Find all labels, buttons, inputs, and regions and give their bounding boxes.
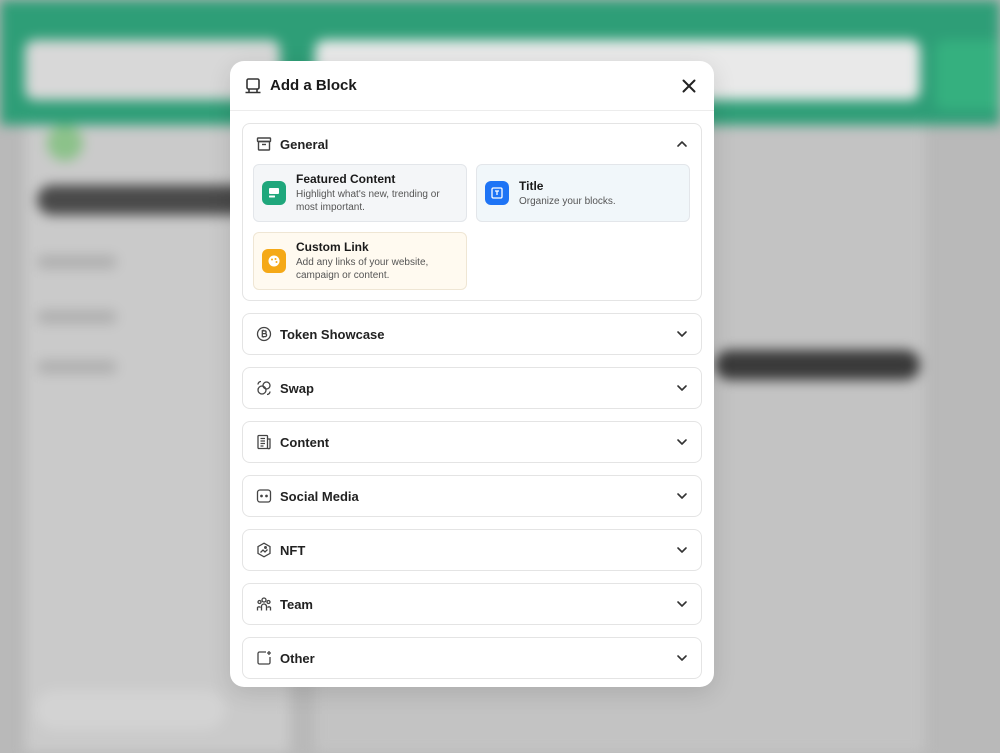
bitcoin-icon [255, 325, 273, 343]
title-icon [485, 181, 509, 205]
section-token-showcase: Token Showcase [242, 313, 702, 355]
section-title: Team [280, 596, 313, 612]
nft-icon [255, 541, 273, 559]
modal-header: Add a Block [230, 61, 714, 111]
section-social-media: Social Media [242, 475, 702, 517]
chevron-down-icon[interactable] [675, 489, 689, 503]
card-description: Organize your blocks. [519, 195, 616, 207]
custom-link-card[interactable]: Custom Link Add any links of your websit… [253, 232, 467, 290]
close-button[interactable] [678, 75, 700, 97]
general-block-grid: Featured Content Highlight what's new, t… [243, 164, 701, 290]
palette-icon [262, 249, 286, 273]
section-nft-header[interactable]: NFT [243, 530, 701, 570]
block-icon [244, 77, 262, 95]
close-icon [682, 79, 696, 92]
modal-title: Add a Block [270, 77, 357, 94]
section-title: Other [280, 650, 315, 666]
section-other-header[interactable]: Other [243, 638, 701, 678]
section-team-header[interactable]: Team [243, 584, 701, 624]
section-general-header[interactable]: General [243, 124, 701, 164]
section-content-header[interactable]: Content [243, 422, 701, 462]
chevron-down-icon[interactable] [675, 327, 689, 341]
card-title: Title [519, 178, 544, 193]
section-swap-header[interactable]: Swap [243, 368, 701, 408]
section-title: Social Media [280, 488, 359, 504]
card-description: Highlight what's new, trending or most i… [296, 189, 440, 213]
chat-icon [255, 487, 273, 505]
section-title: Token Showcase [280, 326, 385, 342]
section-title: NFT [280, 542, 306, 558]
chevron-down-icon[interactable] [675, 597, 689, 611]
section-title: General [280, 136, 329, 152]
team-icon [255, 595, 273, 613]
swap-icon [255, 379, 273, 397]
card-title: Custom Link [296, 240, 369, 254]
section-team: Team [242, 583, 702, 625]
chevron-down-icon[interactable] [675, 543, 689, 557]
section-token-showcase-header[interactable]: Token Showcase [243, 314, 701, 354]
section-social-media-header[interactable]: Social Media [243, 476, 701, 516]
newspaper-icon [255, 433, 273, 451]
section-general: General Featured Content Highlight what'… [242, 123, 702, 301]
title-card[interactable]: Title Organize your blocks. [476, 164, 690, 222]
chevron-up-icon[interactable] [675, 137, 689, 151]
modal-body: General Featured Content Highlight what'… [230, 111, 714, 679]
add-square-icon [255, 649, 273, 667]
section-other: Other [242, 637, 702, 679]
chevron-down-icon[interactable] [675, 435, 689, 449]
section-nft: NFT [242, 529, 702, 571]
chevron-down-icon[interactable] [675, 651, 689, 665]
card-title: Featured Content [296, 172, 396, 186]
section-title: Content [280, 434, 330, 450]
archive-box-icon [255, 135, 273, 153]
chevron-down-icon[interactable] [675, 381, 689, 395]
featured-content-icon [262, 181, 286, 205]
section-content: Content [242, 421, 702, 463]
card-description: Add any links of your website, campaign … [296, 257, 429, 281]
section-title: Swap [280, 380, 314, 396]
featured-content-card[interactable]: Featured Content Highlight what's new, t… [253, 164, 467, 222]
section-swap: Swap [242, 367, 702, 409]
add-block-modal: Add a Block General Featured Content Hig… [230, 61, 714, 687]
